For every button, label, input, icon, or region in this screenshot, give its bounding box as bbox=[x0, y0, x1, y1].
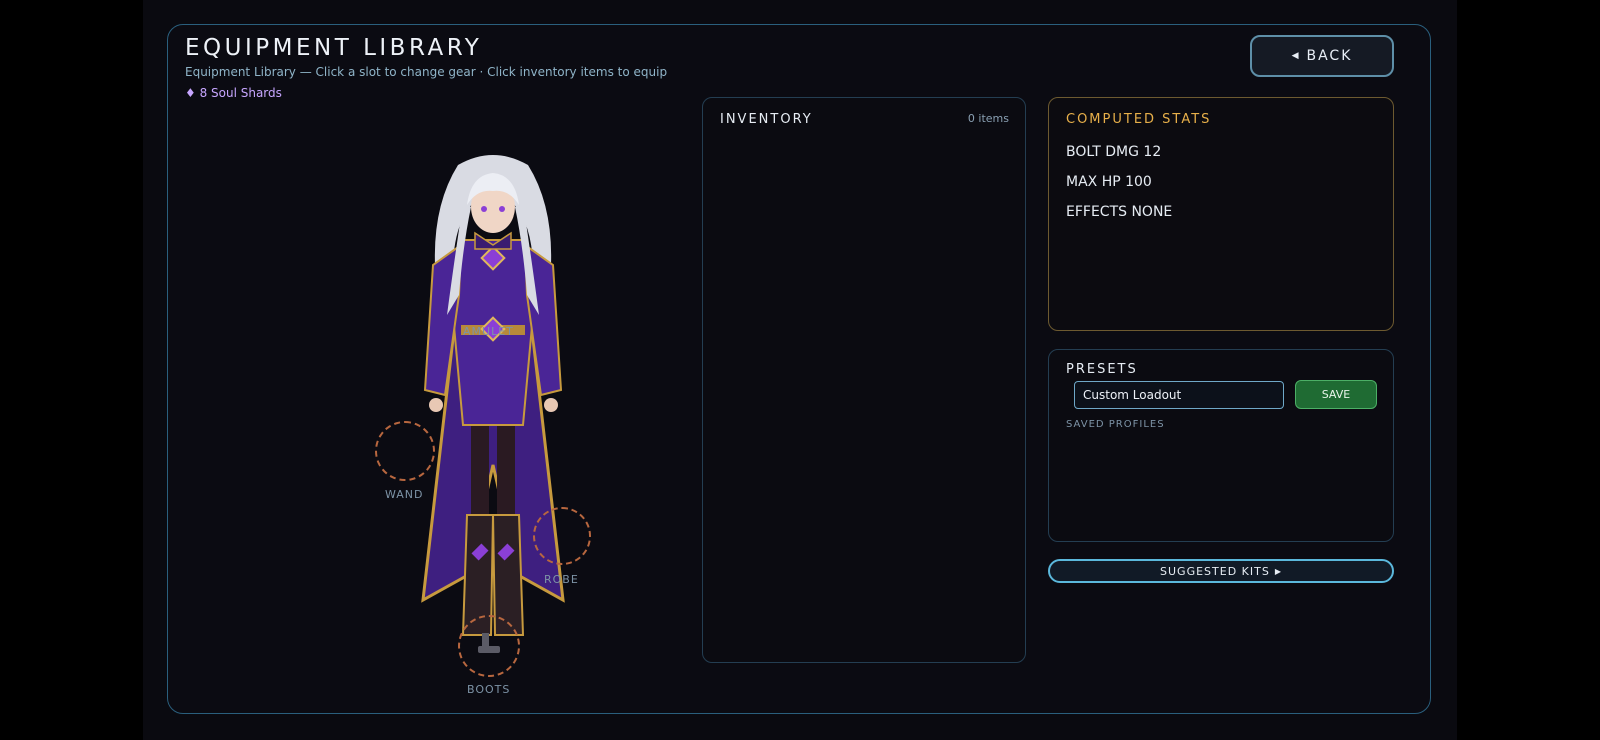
back-arrow-icon: ◀ bbox=[1291, 51, 1301, 61]
page-title: EQUIPMENT LIBRARY bbox=[185, 35, 483, 61]
presets-panel: PRESETS SAVE SAVED PROFILES bbox=[1048, 349, 1394, 542]
slot-label-boots[interactable]: BOOTS bbox=[467, 683, 510, 696]
inventory-title: INVENTORY bbox=[720, 112, 813, 127]
inventory-count: 0 items bbox=[967, 112, 1009, 125]
inventory-panel: INVENTORY 0 items bbox=[702, 97, 1026, 663]
soul-shards-counter: ♦ 8 Soul Shards bbox=[185, 86, 282, 100]
chevron-right-icon: ▶ bbox=[1274, 566, 1282, 576]
preset-name-input[interactable] bbox=[1074, 381, 1284, 409]
suggested-kits-button[interactable]: SUGGESTED KITS ▶ bbox=[1048, 559, 1394, 583]
save-preset-button[interactable]: SAVE bbox=[1295, 380, 1377, 409]
slot-label-robe[interactable]: ROBE bbox=[544, 573, 579, 586]
stats-title: COMPUTED STATS bbox=[1066, 112, 1212, 127]
character-paper-doll: AMULET WAND ROBE BOOTS bbox=[363, 145, 623, 705]
computed-stats-panel: COMPUTED STATS BOLT DMG 12 MAX HP 100 EF… bbox=[1048, 97, 1394, 331]
sorceress-character-icon bbox=[421, 155, 565, 636]
saved-profiles-label: SAVED PROFILES bbox=[1066, 419, 1165, 430]
stat-bolt-dmg: BOLT DMG 12 bbox=[1066, 144, 1162, 160]
robe-slot[interactable] bbox=[533, 507, 591, 565]
game-screen: EQUIPMENT LIBRARY Equipment Library — Cl… bbox=[143, 0, 1457, 740]
page-subtitle: Equipment Library — Click a slot to chan… bbox=[185, 65, 668, 79]
slot-label-wand[interactable]: WAND bbox=[385, 488, 424, 501]
wand-slot[interactable] bbox=[375, 421, 435, 481]
boot-icon bbox=[478, 633, 500, 655]
equipment-panel: EQUIPMENT LIBRARY Equipment Library — Cl… bbox=[167, 24, 1431, 714]
back-button-label: BACK bbox=[1306, 48, 1353, 64]
presets-title: PRESETS bbox=[1066, 362, 1138, 377]
slot-label-amulet[interactable]: AMULET bbox=[463, 325, 514, 338]
suggested-kits-label: SUGGESTED KITS bbox=[1160, 564, 1270, 578]
back-button[interactable]: ◀ BACK bbox=[1250, 35, 1394, 77]
stat-max-hp: MAX HP 100 bbox=[1066, 174, 1152, 190]
stat-effects: EFFECTS NONE bbox=[1066, 204, 1173, 220]
